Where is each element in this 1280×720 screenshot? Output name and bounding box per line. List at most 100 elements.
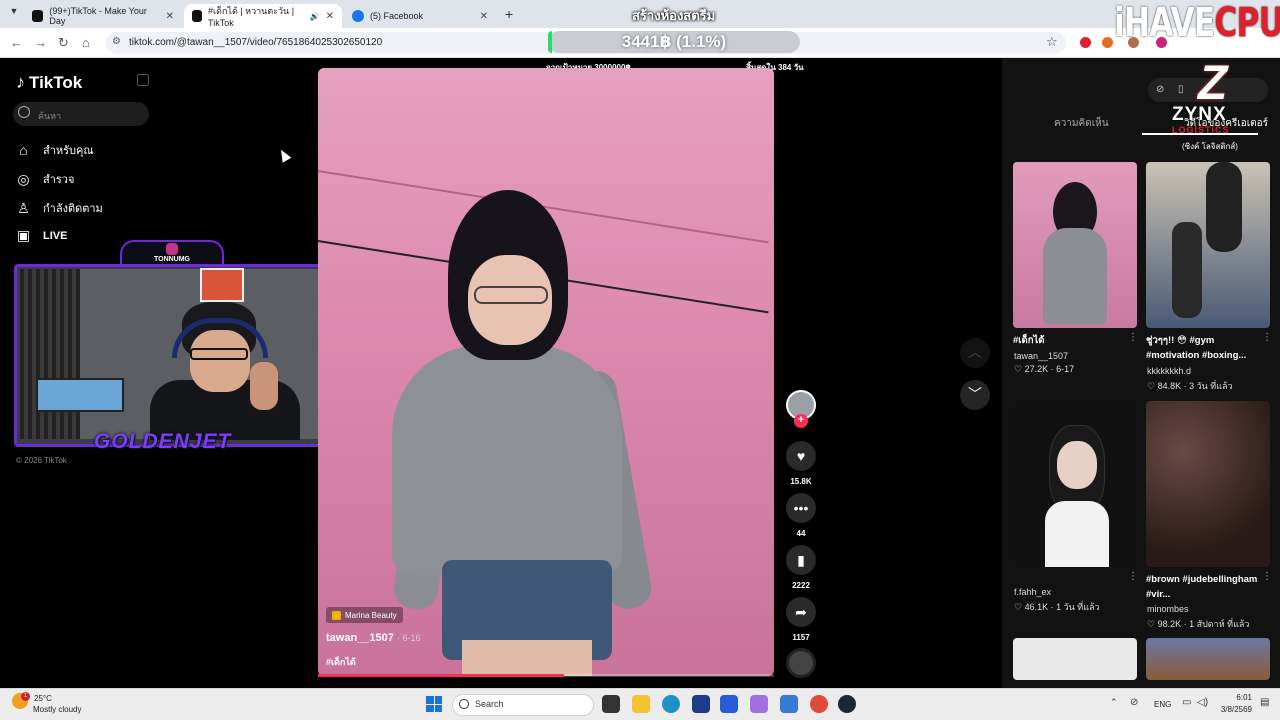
tab-tiktok-home[interactable]: (99+)TikTok - Make Your Day ✕: [24, 4, 182, 28]
facebook-favicon-icon: [352, 10, 364, 22]
search-input[interactable]: [13, 102, 149, 126]
home-browser-icon[interactable]: ⌂: [82, 35, 90, 50]
clock-time[interactable]: 6:01: [1228, 693, 1252, 702]
comment-count: 44: [796, 529, 806, 538]
audio-playing-icon[interactable]: 🔊: [310, 12, 320, 21]
wifi-icon[interactable]: ▭: [1182, 697, 1191, 708]
desk-monitor: [36, 378, 124, 412]
streamer-hand: [250, 362, 278, 410]
tab-search-chevron-icon[interactable]: ▼: [6, 6, 22, 22]
tab-tiktok-video[interactable]: #เด็กได้ | หวานตะวัน | TikTok 🔊 ✕: [184, 4, 342, 28]
copilot-icon[interactable]: [750, 695, 768, 713]
close-tab-icon[interactable]: ✕: [326, 11, 334, 22]
url-text[interactable]: tiktok.com/@tawan__1507/video/7651864025…: [129, 37, 382, 48]
more-options-icon[interactable]: ⋮: [1262, 332, 1272, 343]
bookmark-star-icon[interactable]: ☆: [1046, 34, 1058, 50]
heart-icon: ♥: [796, 448, 806, 464]
next-video-button[interactable]: ﹀: [960, 380, 990, 410]
extension-icon[interactable]: [1102, 37, 1113, 48]
store-icon[interactable]: [720, 695, 738, 713]
search-icon: [459, 699, 469, 709]
tray-chevron-icon[interactable]: ⌃: [1110, 697, 1118, 708]
video-subject-legs: [462, 640, 592, 676]
related-video-meta: ♡ 46.1K · 1 วัน ที่แล้ว: [1014, 602, 1100, 612]
tiktok-wordmark: TikTok: [29, 72, 83, 92]
related-video-author[interactable]: kkkkkkkh.d: [1147, 366, 1191, 376]
link-icon[interactable]: ⊘: [1156, 84, 1164, 95]
badge-icon: [332, 610, 341, 620]
weather-condition[interactable]: Mostly cloudy: [33, 705, 81, 714]
task-view-icon[interactable]: [602, 695, 620, 713]
forward-icon[interactable]: →: [34, 35, 47, 50]
edge-icon[interactable]: [662, 695, 680, 713]
mouse-cursor-icon: [276, 147, 292, 163]
app-icon[interactable]: [780, 695, 798, 713]
music-disc-icon[interactable]: [786, 648, 816, 678]
more-options-icon[interactable]: ⋮: [1128, 571, 1138, 582]
related-video-thumb[interactable]: [1013, 162, 1137, 328]
more-options-icon[interactable]: ⋮: [1128, 332, 1138, 343]
like-button[interactable]: ♥: [786, 441, 816, 471]
site-info-icon[interactable]: ⚙: [112, 36, 121, 47]
related-video-thumb[interactable]: [1146, 401, 1270, 567]
comment-icon: •••: [793, 500, 809, 516]
weather-temp[interactable]: 25°C: [34, 694, 52, 703]
volume-icon[interactable]: ◁): [1197, 697, 1208, 708]
related-video-author[interactable]: tawan__1507: [1014, 351, 1068, 361]
more-options-icon[interactable]: ⋮: [1262, 571, 1272, 582]
network-off-icon[interactable]: ⊘: [1130, 697, 1138, 708]
app-icon[interactable]: [692, 695, 710, 713]
tab-title: (99+)TikTok - Make Your Day: [49, 6, 147, 26]
tiktok-logo[interactable]: ♪ TikTok: [16, 72, 82, 93]
new-tab-button[interactable]: +: [505, 6, 513, 22]
sponsor-badge[interactable]: Marina Beauty: [326, 607, 403, 623]
streamer-glasses: [190, 348, 248, 360]
follow-plus-icon[interactable]: +: [794, 414, 808, 428]
windows-start-icon[interactable]: [426, 696, 442, 712]
related-video-author[interactable]: minombes: [1147, 604, 1189, 614]
phone-icon[interactable]: ▯: [1178, 84, 1184, 95]
tab-comments[interactable]: ความคิดเห็น: [1054, 116, 1109, 131]
related-video-thumb[interactable]: [1013, 401, 1137, 567]
extension-icon[interactable]: [1080, 37, 1091, 48]
clock-date[interactable]: 3/8/2569: [1216, 705, 1252, 714]
video-hashtag[interactable]: #เด็กได้: [326, 655, 356, 669]
previous-video-button[interactable]: ︿: [960, 338, 990, 368]
nav-explore[interactable]: ◎ สำรวจ: [16, 170, 74, 188]
video-subject-glasses: [474, 286, 548, 304]
related-video-title[interactable]: ชู่วๆๆ!! 😳 #gym #motivation #boxing...: [1146, 333, 1262, 363]
related-video-thumb[interactable]: [1013, 638, 1137, 680]
close-tab-icon[interactable]: ✕: [480, 11, 488, 22]
related-video-thumb[interactable]: [1146, 162, 1270, 328]
nav-label: สำหรับคุณ: [43, 145, 94, 157]
notification-badge: 1: [21, 692, 30, 701]
nav-live[interactable]: ▣ LIVE: [16, 227, 68, 243]
ihavecpu-logo: iHAVECPU: [1114, 0, 1280, 46]
nav-for-you[interactable]: ⌂ สำหรับคุณ: [16, 141, 94, 159]
file-explorer-icon[interactable]: [632, 695, 650, 713]
tab-title: #เด็กได้ | หวานตะวัน | TikTok: [208, 6, 295, 28]
related-video-thumb[interactable]: [1146, 638, 1270, 680]
share-button[interactable]: ➦: [786, 597, 816, 627]
video-author[interactable]: tawan__1507 · 6-16: [326, 632, 420, 644]
chrome-icon[interactable]: [810, 695, 828, 713]
reload-icon[interactable]: ↻: [58, 35, 69, 51]
close-tab-icon[interactable]: ✕: [166, 11, 174, 22]
collapse-sidebar-icon[interactable]: [137, 74, 149, 86]
comment-button[interactable]: •••: [786, 493, 816, 523]
tab-facebook[interactable]: (5) Facebook ✕: [344, 4, 496, 28]
related-video-meta: ♡ 27.2K · 6-17: [1014, 364, 1075, 374]
save-button[interactable]: ▮: [786, 545, 816, 575]
language-indicator[interactable]: ENG: [1154, 700, 1171, 709]
related-video-author[interactable]: f.fahh_ex: [1014, 587, 1051, 597]
search-icon: [18, 106, 30, 118]
related-video-title[interactable]: #เด็กได้: [1013, 333, 1131, 348]
related-video-title[interactable]: #brown #judebellingham #vir...: [1146, 572, 1262, 602]
brand-suffix: CPU: [1214, 0, 1280, 46]
video-date: · 6-16: [396, 633, 421, 643]
back-icon[interactable]: ←: [10, 35, 23, 50]
notifications-icon[interactable]: ▤: [1260, 697, 1269, 708]
taskbar-search[interactable]: [452, 694, 594, 716]
steam-icon[interactable]: [838, 695, 856, 713]
nav-following[interactable]: ♙ กำลังติดตาม: [16, 199, 103, 217]
